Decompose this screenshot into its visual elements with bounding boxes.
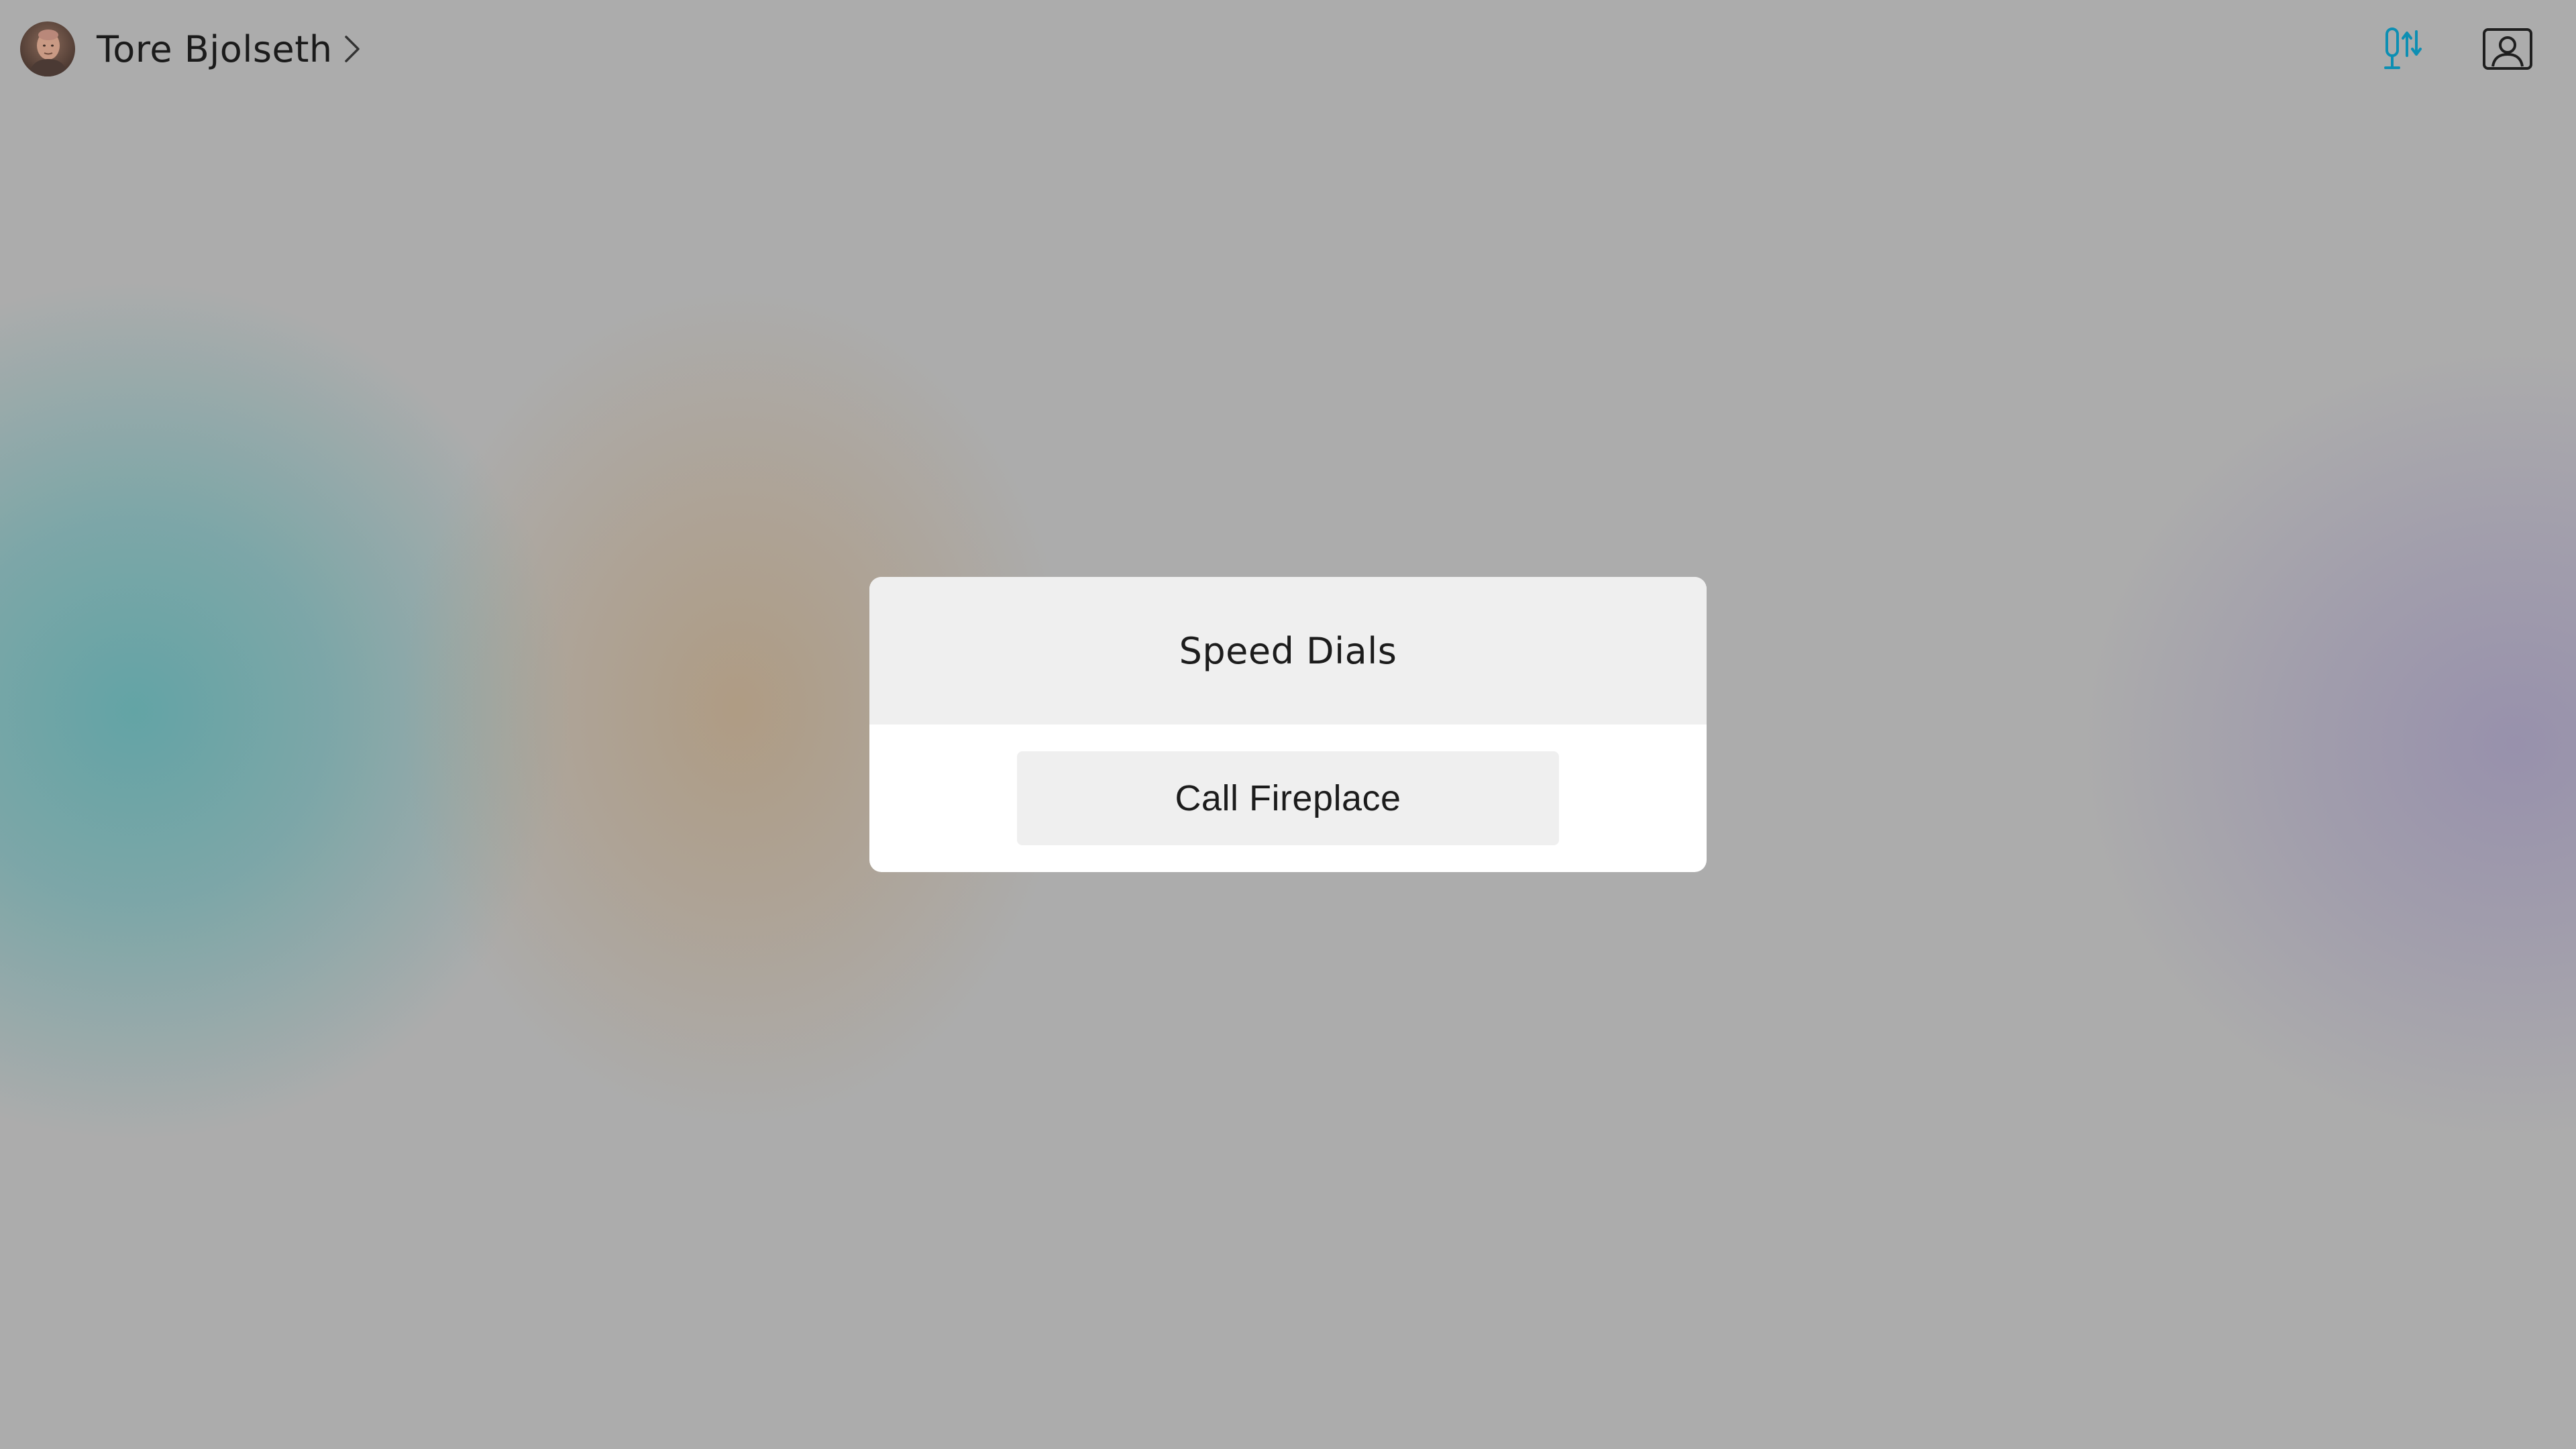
dialog-header: Speed Dials [869, 577, 1707, 724]
speed-dials-dialog: Speed Dials Call Fireplace [869, 577, 1707, 872]
dialog-body: Call Fireplace [869, 724, 1707, 872]
avatar-photo [20, 21, 75, 76]
dialog-title: Speed Dials [1179, 629, 1397, 672]
call-fireplace-button[interactable]: Call Fireplace [1017, 751, 1559, 845]
chevron-right-icon [342, 33, 362, 65]
speed-dial-label: Call Fireplace [1175, 778, 1401, 818]
microphone-settings-button[interactable] [2371, 20, 2435, 78]
avatar [20, 21, 75, 76]
microphone-settings-icon [2384, 28, 2422, 69]
selfview-button[interactable] [2475, 20, 2540, 78]
user-profile-button[interactable]: Tore Bjolseth [20, 20, 362, 78]
screen-background: Tore Bjolseth Speed Dials Call Fireplace [0, 0, 2576, 1449]
selfview-person-icon [2483, 28, 2532, 70]
background-glow-teal [0, 282, 570, 1140]
background-glow-violet [2080, 349, 2576, 1140]
user-name: Tore Bjolseth [97, 28, 333, 70]
